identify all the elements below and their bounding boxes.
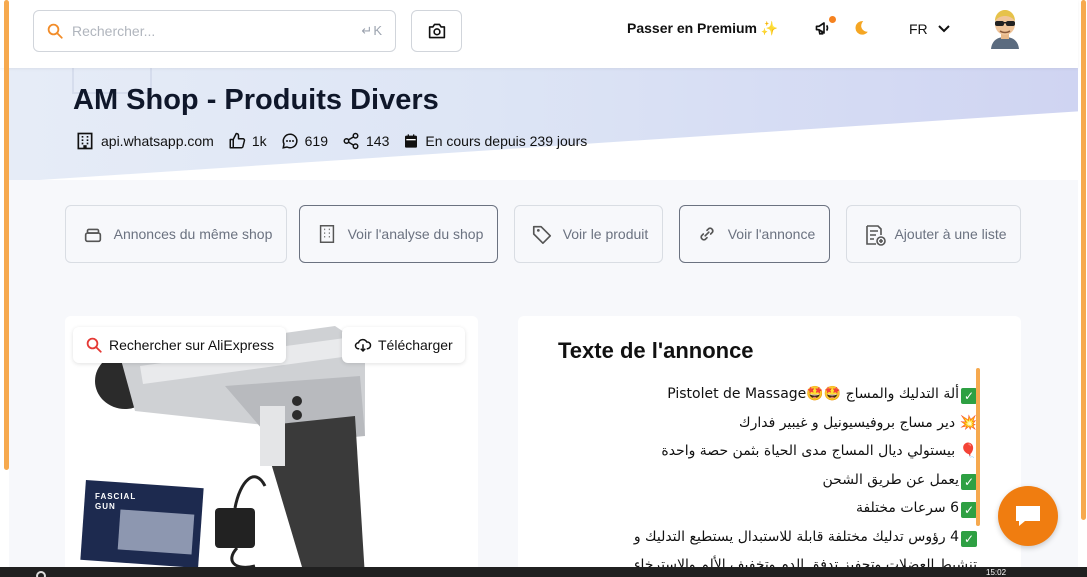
chat-bubble-icon [1016,506,1040,526]
view-product-label: Voir le produit [562,226,649,242]
os-taskbar [0,567,1087,577]
shares-count: 143 [366,133,390,149]
tag-icon [532,225,552,244]
search-input[interactable] [72,23,362,39]
shop-title: AM Shop - Produits Divers [73,84,439,116]
ad-text-scrollbar[interactable] [976,368,980,526]
search-aliexpress-button[interactable]: Rechercher sur AliExpress [73,327,286,363]
comment-icon [281,133,298,149]
meta-shares: 143 [342,132,389,150]
camera-icon [428,23,445,39]
image-search-button[interactable] [411,10,462,52]
add-to-list-button[interactable]: Ajouter à une liste [846,205,1021,263]
search-box[interactable]: ↵K [33,10,396,52]
user-avatar[interactable] [987,9,1023,49]
checkmark-icon: ✓ [961,473,977,490]
taskbar-clock: 15:02 [986,568,1007,577]
search-icon [86,337,102,353]
premium-link[interactable]: Passer en Premium ✨ [627,20,778,37]
collision-icon: 💥 [959,414,977,431]
checkmark-icon: ✓ [961,530,977,547]
balloon-icon: 🎈 [959,443,977,459]
shop-meta: api.whatsapp.com 1k 619 143 En cours dep… [75,131,601,151]
meta-running: En cours depuis 239 jours [403,133,587,149]
cloud-download-icon [354,338,372,353]
left-accent-bar [4,0,9,470]
same-shop-ads-button[interactable]: Annonces du même shop [65,205,287,263]
top-navigation-bar: ↵K Passer en Premium ✨ FR [0,0,1078,68]
thumbs-up-icon [229,132,246,149]
download-button[interactable]: Télécharger [342,327,465,363]
ad-line-text: دير مساج بروفيسيونيل و غيبير فدارك [739,414,956,431]
ad-text-body: ✓ألة التدليك والمساج 🤩🤩Pistolet de Massa… [557,380,977,577]
product-box-label: FASCIAL GUN [95,492,137,511]
meta-likes: 1k [228,132,267,150]
ad-line-text: 6 سرعات مختلفة [855,500,959,516]
premium-label: Passer en Premium [627,20,757,36]
chat-support-button[interactable] [998,486,1058,546]
action-buttons: Annonces du même shop Voir l'analyse du … [0,205,1087,263]
search-aliexpress-label: Rechercher sur AliExpress [109,337,274,353]
shop-analysis-button[interactable]: Voir l'analyse du shop [299,205,498,263]
moon-icon [855,21,868,35]
domain-text: api.whatsapp.com [101,133,214,149]
checkmark-icon: ✓ [961,388,977,404]
theme-toggle[interactable] [852,19,870,42]
ad-line-text: بيستولي ديال المساج مدى الحياة بثمن حصة … [661,443,956,459]
meta-domain[interactable]: api.whatsapp.com [75,131,214,151]
shop-analysis-label: Voir l'analyse du shop [347,226,484,242]
taskbar-start-icon[interactable] [36,571,46,577]
view-product-button[interactable]: Voir le produit [514,205,663,263]
running-duration: En cours depuis 239 jours [425,133,588,149]
ad-text-card: Texte de l'annonce ✓ألة التدليك والمساج … [518,316,1021,577]
ad-text-line: 🎈 بيستولي ديال المساج مدى الحياة بثمن حص… [557,437,977,466]
likes-count: 1k [251,133,267,149]
ad-text-title: Texte de l'annonce [558,338,754,363]
link-icon [700,227,714,241]
notification-dot [829,16,836,23]
ad-line-text: يعمل عن طريق الشحن [822,471,960,488]
add-to-list-label: Ajouter à une liste [894,226,1007,242]
building-icon [77,132,93,150]
ad-line-text: ألة التدليك والمساج 🤩🤩Pistolet de Massag… [667,386,959,402]
ad-text-line: ✓6 سرعات مختلفة [557,494,977,523]
view-ad-button[interactable]: Voir l'annonce [679,205,830,263]
sparkle-icon: ✨ [760,20,779,36]
search-shortcut-hint: ↵K [361,23,383,38]
avatar-icon [991,10,1019,49]
chevron-down-icon [937,25,950,33]
share-icon [343,132,359,150]
list-add-icon [866,225,886,246]
ad-text-line: ✓ألة التدليك والمساج 🤩🤩Pistolet de Massa… [557,380,977,409]
stack-icon [84,228,102,243]
ad-media-card: FASCIAL GUN Rechercher sur AliExpress Té… [65,316,478,577]
page-scrollbar[interactable] [1081,0,1086,520]
ad-text-line: 💥 دير مساج بروفيسيونيل و غيبير فدارك [557,409,977,438]
checkmark-icon: ✓ [961,502,977,518]
building-icon [319,225,335,243]
calendar-icon [405,134,418,148]
language-label: FR [909,21,928,37]
meta-comments: 619 [281,132,328,150]
view-ad-label: Voir l'annonce [727,226,816,242]
ad-text-line: ✓يعمل عن طريق الشحن [557,466,977,495]
language-selector[interactable]: FR [909,21,950,37]
download-label: Télécharger [378,337,453,353]
search-icon [47,23,63,39]
ad-text-line: ✓4 رؤوس تدليك مختلفة قابلة للاستبدال يست… [557,523,977,552]
ad-line-text: 4 رؤوس تدليك مختلفة قابلة للاستبدال يستط… [633,528,959,545]
same-shop-ads-label: Annonces du même shop [113,226,273,242]
comments-count: 619 [304,133,328,149]
